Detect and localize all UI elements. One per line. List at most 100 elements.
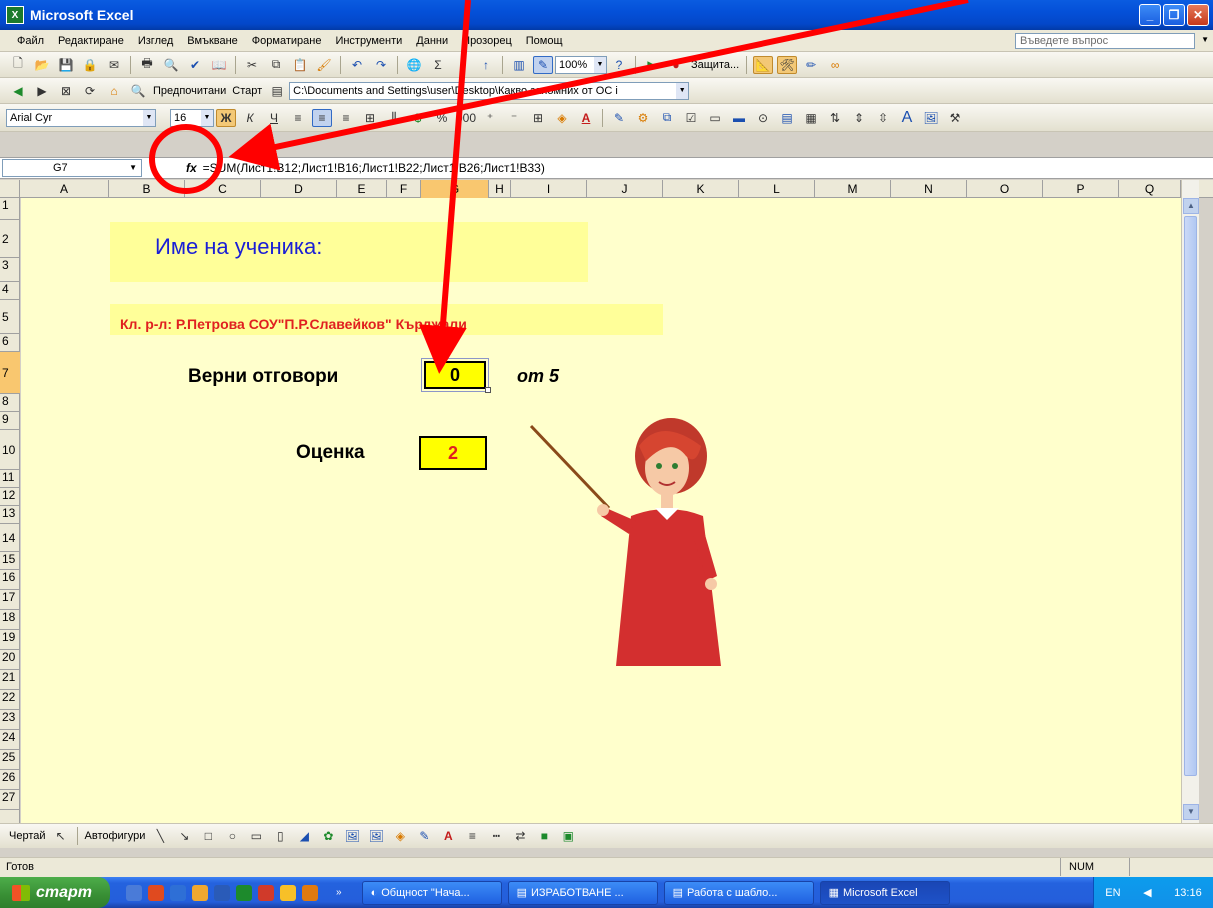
comma-style-icon[interactable]: 000: [456, 109, 476, 127]
taskbar-button[interactable]: ◐ Общност "Нача...: [361, 880, 502, 905]
taskbar-button[interactable]: ▤ ИЗРАБОТВАНЕ ...: [507, 880, 658, 905]
diagram-icon[interactable]: ✿: [318, 827, 338, 845]
print-preview-icon[interactable]: 🔍: [161, 56, 181, 74]
restore-button[interactable]: ❐: [1163, 4, 1185, 26]
view-code-icon[interactable]: ⧉: [657, 109, 677, 127]
line-style-icon[interactable]: ≡: [462, 827, 482, 845]
menu-insert[interactable]: Вмъкване: [180, 35, 245, 47]
line-color-icon[interactable]: ✎: [414, 827, 434, 845]
grade-cell[interactable]: 2: [419, 436, 487, 470]
fill-handle[interactable]: [485, 387, 491, 393]
wordart-icon[interactable]: ◢: [294, 827, 314, 845]
row-header[interactable]: 25: [0, 750, 20, 770]
column-header[interactable]: A: [20, 180, 109, 198]
image-control-icon[interactable]: 🖼: [921, 109, 941, 127]
font-color-icon[interactable]: A: [438, 827, 458, 845]
arrow-style-icon[interactable]: ⇄: [510, 827, 530, 845]
menu-format[interactable]: Форматиране: [245, 35, 329, 47]
column-header[interactable]: N: [891, 180, 967, 198]
record-macro-icon[interactable]: ●: [666, 56, 686, 74]
spelling-icon[interactable]: ✔: [185, 56, 205, 74]
print-icon[interactable]: 🖶: [137, 56, 157, 74]
textbox-control-icon[interactable]: ▭: [705, 109, 725, 127]
format-painter-icon[interactable]: 🖌: [314, 56, 334, 74]
autoshapes-button[interactable]: Автофигури: [85, 830, 146, 842]
row-header[interactable]: 6: [0, 334, 20, 352]
address-field[interactable]: C:\Documents and Settings\user\Desktop\К…: [289, 81, 690, 100]
worksheet-grid[interactable]: Име на ученика: Кл. р-л: Р.Петрова СОУ"П…: [21, 198, 1181, 823]
forward-icon[interactable]: ▶: [32, 82, 52, 100]
go-button[interactable]: Старт: [232, 85, 262, 97]
button-control-icon[interactable]: ▬: [729, 109, 749, 127]
menu-help[interactable]: Помощ: [519, 35, 570, 47]
quick-launch-icon[interactable]: [126, 884, 142, 901]
drawing-icon[interactable]: ✎: [533, 55, 553, 74]
align-center-icon[interactable]: ≡: [312, 108, 332, 127]
row-header[interactable]: 13: [0, 506, 20, 524]
quick-launch-icon[interactable]: [236, 884, 252, 901]
vertical-textbox-icon[interactable]: ▯: [270, 827, 290, 845]
menu-edit[interactable]: Редактиране: [51, 35, 131, 47]
teacher-clipart[interactable]: [521, 416, 731, 671]
tray-icon[interactable]: ◀: [1143, 886, 1151, 899]
underline-icon[interactable]: Ч: [264, 109, 284, 127]
column-header[interactable]: H: [489, 180, 511, 198]
align-left-icon[interactable]: ≡: [288, 109, 308, 127]
column-header[interactable]: M: [815, 180, 891, 198]
sort-ascending-icon[interactable]: ↓: [452, 56, 472, 74]
autosum-icon[interactable]: Σ: [428, 56, 448, 74]
row-header[interactable]: 18: [0, 610, 20, 630]
percent-icon[interactable]: %: [432, 109, 452, 127]
menu-view[interactable]: Изглед: [131, 35, 180, 47]
insert-function-icon[interactable]: fx: [186, 161, 197, 175]
draw-menu-button[interactable]: Чертай: [9, 830, 46, 842]
font-name-select[interactable]: Arial Cyr ▼: [6, 108, 156, 127]
paste-icon[interactable]: 📋: [290, 56, 310, 74]
quick-launch-icon[interactable]: [170, 884, 186, 901]
formula-input[interactable]: =SUM(Лист1!B12;Лист1!B16;Лист1!B22;Лист1…: [203, 161, 545, 175]
column-header[interactable]: B: [109, 180, 185, 198]
open-folder-icon[interactable]: 📂: [32, 56, 52, 74]
shadow-icon[interactable]: ■: [534, 827, 554, 845]
quick-launch-icon[interactable]: [302, 884, 318, 901]
chevron-down-icon[interactable]: ▼: [129, 160, 137, 176]
column-header[interactable]: D: [261, 180, 337, 198]
row-header[interactable]: 9: [0, 412, 20, 430]
quick-launch-icon[interactable]: [214, 884, 230, 901]
column-header[interactable]: O: [967, 180, 1043, 198]
row-header[interactable]: 16: [0, 570, 20, 590]
hyperlink-icon[interactable]: 🌐: [404, 56, 424, 74]
row-header[interactable]: 1: [0, 198, 20, 220]
label-control-icon[interactable]: A: [897, 109, 917, 127]
row-header[interactable]: 27: [0, 790, 20, 810]
protection-button[interactable]: Защита...: [691, 59, 739, 71]
arrow-icon[interactable]: ↘: [174, 827, 194, 845]
column-header[interactable]: F: [387, 180, 421, 198]
column-header[interactable]: P: [1043, 180, 1119, 198]
spin-button-icon[interactable]: ⇕: [849, 109, 869, 127]
more-controls-icon[interactable]: ⚒: [945, 109, 965, 127]
design-mode-icon[interactable]: 📐: [753, 55, 774, 74]
quick-launch-icon[interactable]: [258, 884, 274, 901]
taskbar-button-active[interactable]: ▦ Microsoft Excel: [819, 880, 950, 905]
row-header[interactable]: 2: [0, 220, 20, 258]
select-objects-icon[interactable]: ↖: [51, 827, 71, 845]
dash-style-icon[interactable]: ┅: [486, 827, 506, 845]
row-header[interactable]: 20: [0, 650, 20, 670]
stop-icon[interactable]: ⊠: [56, 82, 76, 100]
taskbar-button[interactable]: ▤ Работа с шабло...: [663, 880, 814, 905]
menu-file[interactable]: Файл: [10, 35, 51, 47]
increase-decimal-icon[interactable]: ⁺: [480, 109, 500, 127]
menu-window[interactable]: Прозорец: [455, 35, 519, 47]
save-icon[interactable]: 💾: [56, 56, 76, 74]
visual-basic-icon[interactable]: ✏: [801, 56, 821, 74]
oval-icon[interactable]: ○: [222, 827, 242, 845]
option-button-icon[interactable]: ⊙: [753, 109, 773, 127]
row-header[interactable]: 22: [0, 690, 20, 710]
chart-wizard-icon[interactable]: ▥: [509, 56, 529, 74]
controls-properties-icon[interactable]: ⚙: [633, 109, 653, 127]
scroll-down-icon[interactable]: ▼: [1183, 804, 1199, 820]
copy-icon[interactable]: ⧉: [266, 56, 286, 74]
quick-launch-icon[interactable]: [192, 884, 208, 901]
correct-answers-cell[interactable]: 0: [424, 361, 486, 389]
